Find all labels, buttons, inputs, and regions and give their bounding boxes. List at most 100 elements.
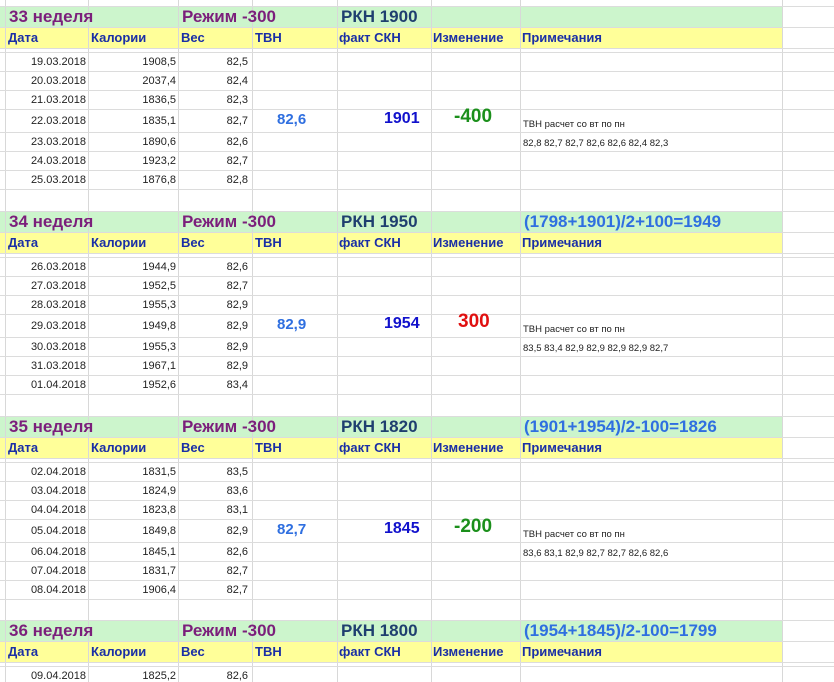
note-tvn-calc: ТВН расчет со вт по пн [523,529,625,540]
col-header-date: Дата [8,440,39,455]
calories-cell: 1890,6 [142,136,176,148]
col-header-change: Изменение [433,440,504,455]
mode-label: Режим -300 [182,417,276,436]
spreadsheet-grid[interactable]: 33 неделя Режим -300 РКН 1900 Дата Калории Ве… [0,0,834,682]
col-header-fact: факт СКН [339,235,401,250]
calories-cell: 1849,8 [142,525,176,537]
weight-cell: 82,7 [226,155,248,167]
rkn-label: РКН 1900 [341,7,418,26]
date-cell: 21.03.2018 [30,94,86,106]
date-cell: 27.03.2018 [30,280,86,292]
col-header-weight: Вес [181,440,205,455]
change-value: -200 [454,516,493,537]
calories-cell: 1836,5 [142,94,176,106]
weight-cell: 82,9 [226,341,248,353]
date-cell: 31.03.2018 [30,360,86,372]
calories-cell: 1906,4 [142,584,176,596]
grid-row-line [0,481,834,482]
weight-cell: 83,5 [226,466,248,478]
calories-cell: 1824,9 [142,485,176,497]
tvn-value: 82,6 [277,111,307,128]
rkn-formula: (1798+1901)/2+100=1949 [524,212,722,231]
note-tvn-calc: ТВН расчет со вт по пн [523,119,625,130]
date-cell: 02.04.2018 [30,466,86,478]
calories-cell: 1952,6 [142,379,176,391]
calories-cell: 1955,3 [142,341,176,353]
date-cell: 23.03.2018 [30,136,86,148]
grid-row-line [0,580,834,581]
weight-cell: 82,6 [226,136,248,148]
col-header-notes: Примечания [522,644,603,659]
week-label: 36 неделя [9,621,94,640]
date-cell: 03.04.2018 [30,485,86,497]
note-tvn-calc: ТВН расчет со вт по пн [523,324,625,335]
col-header-date: Дата [8,644,39,659]
weight-cell: 82,7 [226,115,248,127]
calories-cell: 1952,5 [142,280,176,292]
grid-row-line [0,253,834,254]
calories-cell: 1845,1 [142,546,176,558]
calories-cell: 1831,7 [142,565,176,577]
date-cell: 26.03.2018 [30,261,86,273]
calories-cell: 1823,8 [142,504,176,516]
mode-label: Режим -300 [182,7,276,26]
col-header-fact: факт СКН [339,30,401,45]
weight-cell: 82,6 [226,670,248,682]
col-header-fact: факт СКН [339,644,401,659]
col-header-calories: Калории [91,30,147,45]
col-header-fact: факт СКН [339,440,401,455]
grid-row-line [0,599,834,600]
col-header-tvn: ТВН [255,644,282,659]
date-cell: 29.03.2018 [30,320,86,332]
calories-cell: 1908,5 [142,56,176,68]
col-header-notes: Примечания [522,235,603,250]
grid-row-line [0,232,834,233]
grid-row-line [0,641,834,642]
calories-cell: 1923,2 [142,155,176,167]
date-cell: 06.04.2018 [30,546,86,558]
date-cell: 08.04.2018 [30,584,86,596]
calories-cell: 1831,5 [142,466,176,478]
week-label: 34 неделя [9,212,94,231]
calories-cell: 1876,8 [142,174,176,186]
rkn-label: РКН 1800 [341,621,418,640]
grid-row-line [0,356,834,357]
mode-label: Режим -300 [182,212,276,231]
date-cell: 01.04.2018 [30,379,86,391]
rkn-formula: (1954+1845)/2-100=1799 [524,621,717,640]
grid-row-line [0,337,834,338]
calories-cell: 1967,1 [142,360,176,372]
col-header-calories: Калории [91,235,147,250]
rkn-formula: (1901+1954)/2-100=1826 [524,417,717,436]
grid-row-line [0,462,834,463]
grid-row-line [0,666,834,667]
weight-cell: 82,7 [226,280,248,292]
grid-row-line [0,71,834,72]
tvn-value: 82,7 [277,521,307,538]
date-cell: 05.04.2018 [30,525,86,537]
col-header-tvn: ТВН [255,30,282,45]
calories-cell: 2037,4 [142,75,176,87]
date-cell: 24.03.2018 [30,155,86,167]
calories-cell: 1949,8 [142,320,176,332]
fact-skn-value: 1901 [384,110,420,127]
col-header-tvn: ТВН [255,440,282,455]
fact-skn-value: 1845 [384,520,420,537]
rkn-label: РКН 1820 [341,417,418,436]
grid-row-line [0,375,834,376]
date-cell: 20.03.2018 [30,75,86,87]
week-label: 33 неделя [9,7,94,26]
note-weights: 83,6 83,1 82,9 82,7 82,7 82,6 82,6 [523,548,669,559]
rkn-label: РКН 1950 [341,212,418,231]
weight-cell: 82,4 [226,75,248,87]
week-label: 35 неделя [9,417,94,436]
grid-row-line [0,189,834,190]
calories-cell: 1835,1 [142,115,176,127]
calories-cell: 1944,9 [142,261,176,273]
weight-cell: 82,6 [226,546,248,558]
date-cell: 19.03.2018 [30,56,86,68]
weight-cell: 82,9 [226,360,248,372]
weight-cell: 82,9 [226,525,248,537]
date-cell: 30.03.2018 [30,341,86,353]
date-cell: 22.03.2018 [30,115,86,127]
